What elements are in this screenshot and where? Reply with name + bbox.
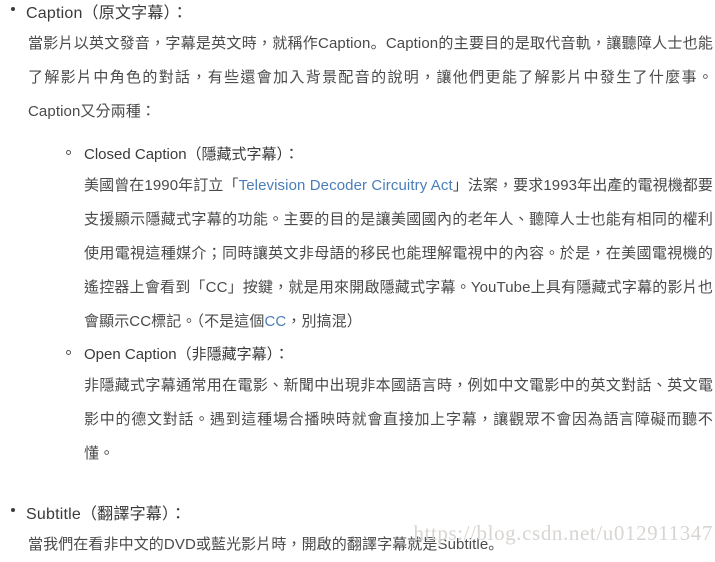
topic-list: Caption（原文字幕）： 當影片以英文發音，字幕是英文時，就稱作Captio… xyxy=(0,0,715,562)
television-decoder-circuitry-act-link[interactable]: Television Decoder Circuitry Act xyxy=(239,177,453,194)
paragraph-caption-intro: 當影片以英文發音，字幕是英文時，就稱作Caption。Caption的主要目的是… xyxy=(28,35,713,120)
document-body: Caption（原文字幕）： 當影片以英文發音，字幕是英文時，就稱作Captio… xyxy=(0,0,715,562)
circle-bullet-icon xyxy=(66,350,71,355)
closed-caption-text-tail: ，別搞混） xyxy=(286,313,362,330)
heading-subtitle: Subtitle（翻譯字幕）： xyxy=(26,506,187,523)
disc-bullet-icon xyxy=(11,7,15,11)
paragraph-open-caption: 非隱藏式字幕通常用在電影、新聞中出現非本國語言時，例如中文電影中的英文對話、英文… xyxy=(84,377,713,462)
cc-inline-link[interactable]: CC xyxy=(264,313,286,330)
heading-open-caption: Open Caption（非隱藏字幕）： xyxy=(84,346,290,363)
list-item-caption: Caption（原文字幕）： 當影片以英文發音，字幕是英文時，就稱作Captio… xyxy=(0,0,715,471)
list-item-closed-caption: Closed Caption（隱藏式字幕）： 美國曾在1990年訂立「Telev… xyxy=(62,141,715,339)
heading-caption: Caption（原文字幕）： xyxy=(26,5,188,22)
circle-bullet-icon xyxy=(66,150,71,155)
closed-caption-text-after-link: 」法案，要求1993年出產的電視機都要支援顯示隱藏式字幕的功能。主要的目的是讓美… xyxy=(84,177,714,330)
closed-caption-text-before-link: 美國曾在1990年訂立「 xyxy=(84,177,239,194)
list-item-subtitle: Subtitle（翻譯字幕）： 當我們在看非中文的DVD或藍光影片時，開啟的翻譯… xyxy=(0,501,715,562)
caption-subtype-list: Closed Caption（隱藏式字幕）： 美國曾在1990年訂立「Telev… xyxy=(26,141,715,471)
heading-closed-caption: Closed Caption（隱藏式字幕）： xyxy=(84,146,300,163)
list-item-open-caption: Open Caption（非隱藏字幕）： 非隱藏式字幕通常用在電影、新聞中出現非… xyxy=(62,341,715,471)
paragraph-closed-caption: 美國曾在1990年訂立「Television Decoder Circuitry… xyxy=(84,169,715,339)
disc-bullet-icon xyxy=(11,508,15,512)
